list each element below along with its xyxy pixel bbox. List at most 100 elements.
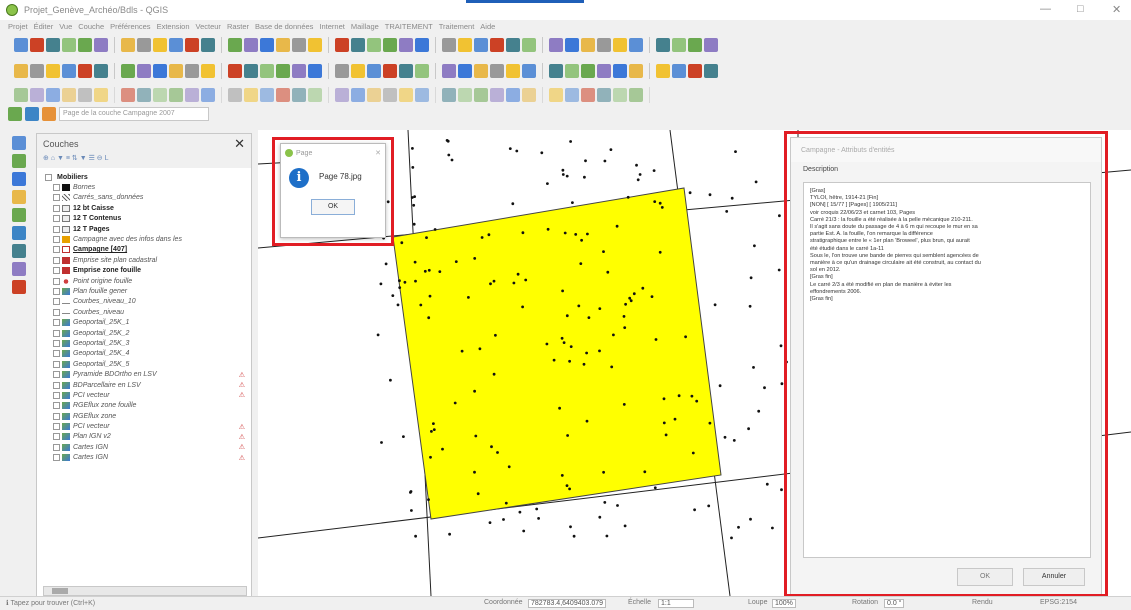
find-point[interactable] [427,268,431,272]
toolbar-tool-icon[interactable] [597,88,611,102]
toolbar-tool-icon[interactable] [490,38,504,52]
toolbar-tool-icon[interactable] [458,38,472,52]
menu-traitement[interactable]: Traitement [439,22,475,31]
find-point[interactable] [448,532,451,536]
toolbar-tool-icon[interactable] [169,38,183,52]
menu-traitement-caps[interactable]: TRAITEMENT [385,22,433,31]
toolbar-tool-icon[interactable] [474,88,488,102]
layer-item[interactable]: Courbes_niveau [45,307,245,317]
find-point[interactable] [518,510,522,514]
toolbar-tool-icon[interactable] [367,38,381,52]
coordinate-field[interactable]: 782783.4,6409403.079 [528,599,607,608]
layer-item[interactable]: Cartes IGN ⚠ [45,442,245,452]
find-point[interactable] [411,166,415,169]
filter-icon[interactable] [42,107,56,121]
find-point[interactable] [638,173,642,176]
find-point[interactable] [568,487,571,491]
find-point[interactable] [753,244,756,248]
find-point[interactable] [598,307,602,310]
toolbar-tool-icon[interactable] [46,88,60,102]
find-point[interactable] [389,378,392,382]
layer-visibility-checkbox[interactable] [53,184,60,192]
find-point[interactable] [441,447,444,451]
layer-item[interactable]: 12 T Contenus [45,214,245,224]
find-point[interactable] [752,366,755,369]
find-point[interactable] [487,233,491,237]
toolbar-tool-icon[interactable] [415,64,429,78]
find-point[interactable] [778,214,781,218]
find-point[interactable] [584,159,587,163]
toolbar-tool-icon[interactable] [46,64,60,78]
layer-visibility-checkbox[interactable] [53,256,60,264]
find-point[interactable] [708,421,712,425]
crs-button[interactable]: EPSG:2154 [1040,599,1077,606]
find-point[interactable] [386,200,390,204]
layer-item[interactable]: Pyramide BDOrtho en LSV ⚠ [45,369,245,379]
toolbar-tool-icon[interactable] [260,88,274,102]
toolbar-tool-icon[interactable] [351,38,365,52]
toolbar-tool-icon[interactable] [474,38,488,52]
toolbar-tool-icon[interactable] [458,64,472,78]
find-point[interactable] [522,529,526,533]
find-point[interactable] [602,470,605,474]
find-point[interactable] [653,200,657,203]
layer-item[interactable]: Bornes [45,182,245,192]
toolbar-tool-icon[interactable] [383,64,397,78]
toolbar-tool-icon[interactable] [14,64,28,78]
menu-vecteur[interactable]: Vecteur [196,22,221,31]
find-point[interactable] [571,201,574,204]
find-point[interactable] [414,534,417,538]
message-dialog-close-icon[interactable]: ✕ [375,149,381,157]
toolbar-tool-icon[interactable] [565,64,579,78]
find-point[interactable] [419,303,423,307]
find-point[interactable] [585,351,588,355]
toolbar-tool-icon[interactable] [629,88,643,102]
toolbar-tool-icon[interactable] [228,38,242,52]
find-point[interactable] [488,521,492,524]
find-point[interactable] [708,193,712,197]
find-point[interactable] [496,451,499,454]
toolbar-tool-icon[interactable] [549,64,563,78]
find-point[interactable] [662,397,666,401]
find-point[interactable] [428,294,432,298]
find-point[interactable] [565,484,569,487]
layer-visibility-checkbox[interactable] [53,339,60,347]
toolbar-tool-icon[interactable] [688,38,702,52]
find-point[interactable] [780,382,784,386]
menu-vue[interactable]: Vue [59,22,72,31]
toolbar-tool-icon[interactable] [201,38,215,52]
find-point[interactable] [748,304,752,308]
find-point[interactable] [413,260,417,264]
find-point[interactable] [433,228,437,231]
layer-item[interactable]: BDParcellaire en LSV ⚠ [45,380,245,390]
toolbar-tool-icon[interactable] [244,64,258,78]
find-point[interactable] [438,270,442,273]
find-point[interactable] [561,168,565,172]
toolbar-tool-icon[interactable] [185,88,199,102]
scrollbar-thumb[interactable] [52,588,68,594]
find-point[interactable] [777,268,781,272]
layer-visibility-checkbox[interactable] [53,350,60,358]
find-point[interactable] [650,295,654,298]
toolbar-tool-icon[interactable] [629,38,643,52]
find-point[interactable] [429,455,432,459]
find-point[interactable] [569,140,572,143]
find-point[interactable] [626,195,630,199]
layer-visibility-checkbox[interactable] [53,308,60,316]
find-point[interactable] [580,238,583,242]
find-point[interactable] [432,422,435,425]
toolbar-tool-icon[interactable] [565,38,579,52]
rotation-field[interactable]: 0.0 ° [884,599,905,608]
find-point[interactable] [478,347,482,351]
toolbar-tool-icon[interactable] [399,64,413,78]
layer-item[interactable]: Geoportail_25K_3 [45,338,245,348]
layer-visibility-checkbox[interactable] [53,236,60,244]
find-point[interactable] [521,231,525,235]
toolbar-tool-icon[interactable] [415,38,429,52]
toolbar-tool-icon[interactable] [308,88,322,102]
find-point[interactable] [432,428,436,431]
find-point[interactable] [652,169,656,172]
find-point[interactable] [450,158,454,162]
find-point[interactable] [616,504,619,507]
toolbar-tool-icon[interactable] [292,88,306,102]
